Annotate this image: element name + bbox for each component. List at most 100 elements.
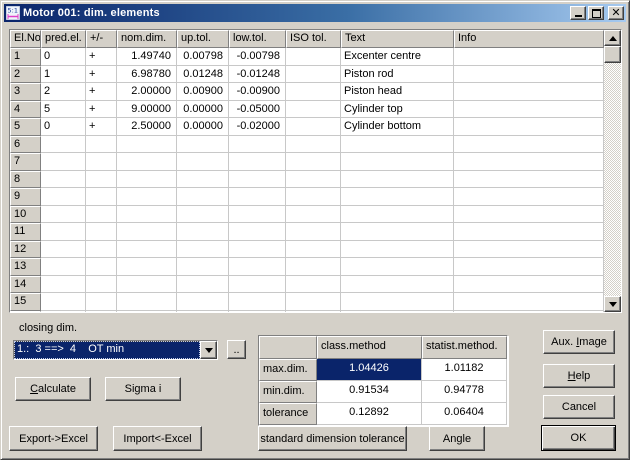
grid-cell[interactable]: [177, 311, 229, 313]
grid-cell[interactable]: [341, 188, 454, 206]
grid-cell[interactable]: 5: [41, 101, 86, 119]
grid-cell[interactable]: -0.05000: [229, 101, 286, 119]
grid-cell[interactable]: [341, 223, 454, 241]
grid-cell[interactable]: [454, 136, 604, 154]
grid-cell[interactable]: [286, 101, 341, 119]
grid-cell[interactable]: [341, 241, 454, 259]
help-button[interactable]: Help: [543, 364, 615, 388]
grid-cell[interactable]: [41, 276, 86, 294]
row-header[interactable]: 12: [10, 241, 41, 259]
row-header[interactable]: 10: [10, 206, 41, 224]
grid-cell[interactable]: [454, 48, 604, 66]
row-header[interactable]: 14: [10, 276, 41, 294]
grid-cell[interactable]: [86, 153, 117, 171]
grid-cell[interactable]: [341, 206, 454, 224]
grid-cell[interactable]: [117, 206, 177, 224]
grid-cell[interactable]: [177, 188, 229, 206]
grid-cell[interactable]: [41, 136, 86, 154]
grid-cell[interactable]: +: [86, 118, 117, 136]
column-header[interactable]: Info: [454, 30, 604, 48]
row-header[interactable]: 15: [10, 293, 41, 311]
grid-cell[interactable]: [229, 311, 286, 313]
grid-cell[interactable]: [41, 293, 86, 311]
column-header[interactable]: pred.el.: [41, 30, 86, 48]
grid-cell[interactable]: +: [86, 83, 117, 101]
grid-cell[interactable]: [41, 223, 86, 241]
grid-cell[interactable]: 1: [41, 66, 86, 84]
grid-cell[interactable]: 0.00000: [177, 118, 229, 136]
angle-button[interactable]: Angle: [429, 426, 485, 451]
grid-cell[interactable]: [454, 276, 604, 294]
grid-cell[interactable]: +: [86, 66, 117, 84]
export-excel-button[interactable]: Export->Excel: [9, 426, 98, 451]
grid-cell[interactable]: 0.01248: [177, 66, 229, 84]
grid-cell[interactable]: +: [86, 101, 117, 119]
maximize-button[interactable]: [588, 6, 604, 20]
results-cell[interactable]: 1.01182: [422, 359, 507, 381]
grid-cell[interactable]: [177, 241, 229, 259]
grid-cell[interactable]: [41, 311, 86, 313]
grid-cell[interactable]: [341, 153, 454, 171]
grid-cell[interactable]: [86, 311, 117, 313]
grid-cell[interactable]: [454, 223, 604, 241]
scroll-up-button[interactable]: [604, 30, 621, 46]
grid-cell[interactable]: [286, 171, 341, 189]
grid-cell[interactable]: [86, 171, 117, 189]
grid-cell[interactable]: 0.00798: [177, 48, 229, 66]
ok-button[interactable]: OK: [541, 425, 616, 451]
grid-cell[interactable]: [41, 206, 86, 224]
grid-cell[interactable]: 9.00000: [117, 101, 177, 119]
grid-cell[interactable]: [286, 311, 341, 313]
grid-cell[interactable]: [177, 293, 229, 311]
grid-cell[interactable]: [177, 206, 229, 224]
grid-cell[interactable]: [286, 276, 341, 294]
grid-cell[interactable]: 0: [41, 48, 86, 66]
grid-cell[interactable]: [229, 206, 286, 224]
grid-cell[interactable]: [41, 188, 86, 206]
grid-cell[interactable]: [286, 153, 341, 171]
grid-cell[interactable]: [41, 241, 86, 259]
grid-cell[interactable]: [341, 171, 454, 189]
grid-cell[interactable]: [229, 241, 286, 259]
grid-cell[interactable]: [454, 83, 604, 101]
grid-cell[interactable]: [454, 311, 604, 313]
column-header[interactable]: nom.dim.: [117, 30, 177, 48]
grid-cell[interactable]: Cylinder top: [341, 101, 454, 119]
grid-cell[interactable]: [454, 241, 604, 259]
grid-cell[interactable]: [177, 258, 229, 276]
grid-cell[interactable]: [41, 258, 86, 276]
grid-cell[interactable]: 2.00000: [117, 83, 177, 101]
grid-cell[interactable]: -0.00900: [229, 83, 286, 101]
grid-cell[interactable]: 0.00900: [177, 83, 229, 101]
grid-cell[interactable]: 2.50000: [117, 118, 177, 136]
grid-cell[interactable]: Piston head: [341, 83, 454, 101]
scrollbar-thumb[interactable]: [604, 46, 621, 63]
grid-cell[interactable]: [454, 101, 604, 119]
grid-cell[interactable]: [229, 293, 286, 311]
grid-cell[interactable]: 2: [41, 83, 86, 101]
grid-cell[interactable]: -0.01248: [229, 66, 286, 84]
minimize-button[interactable]: [570, 6, 586, 20]
grid-cell[interactable]: [454, 293, 604, 311]
grid-cell[interactable]: 0.00000: [177, 101, 229, 119]
grid-cell[interactable]: [177, 153, 229, 171]
row-header[interactable]: 9: [10, 188, 41, 206]
grid-cell[interactable]: [286, 241, 341, 259]
column-header[interactable]: up.tol.: [177, 30, 229, 48]
grid-cell[interactable]: [117, 311, 177, 313]
row-header[interactable]: 2: [10, 66, 41, 84]
results-cell[interactable]: 0.12892: [317, 403, 422, 425]
row-header[interactable]: 6: [10, 136, 41, 154]
grid-cell[interactable]: [117, 153, 177, 171]
grid-cell[interactable]: [177, 136, 229, 154]
grid-cell[interactable]: [86, 136, 117, 154]
grid-cell[interactable]: [454, 206, 604, 224]
grid-cell[interactable]: [117, 223, 177, 241]
grid-cell[interactable]: [117, 171, 177, 189]
grid-cell[interactable]: Piston rod: [341, 66, 454, 84]
grid-cell[interactable]: [229, 258, 286, 276]
import-excel-button[interactable]: Import<-Excel: [113, 426, 202, 451]
grid-cell[interactable]: [117, 276, 177, 294]
grid-cell[interactable]: [229, 276, 286, 294]
grid-cell[interactable]: [286, 293, 341, 311]
